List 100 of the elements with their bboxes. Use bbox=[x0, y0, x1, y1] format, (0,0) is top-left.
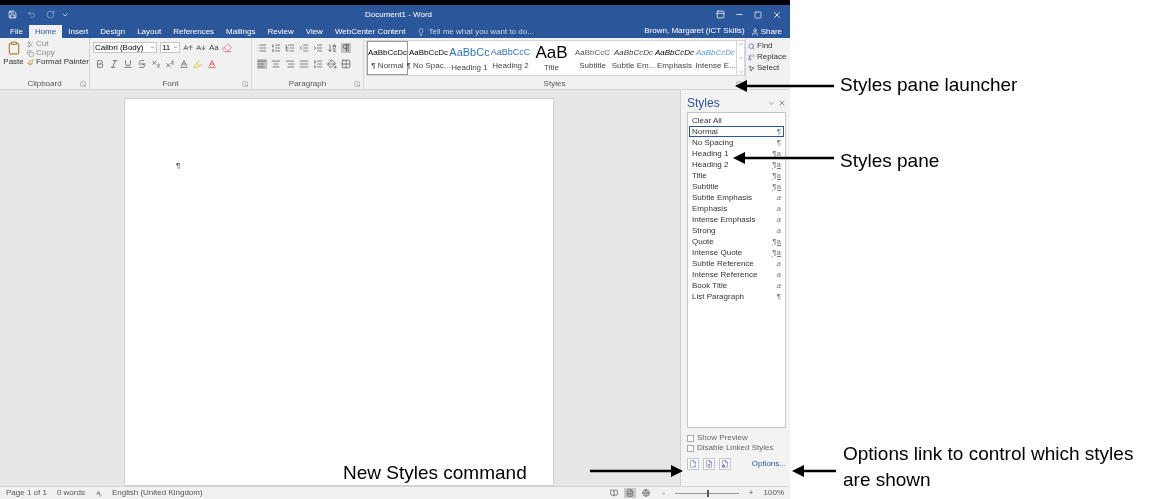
word-count[interactable]: 0 words bbox=[56, 489, 85, 497]
decrease-indent-icon[interactable] bbox=[299, 43, 309, 53]
style-list-item[interactable]: Normal ¶ bbox=[689, 126, 784, 137]
style-list-item[interactable]: List Paragraph ¶ bbox=[689, 291, 784, 302]
style-list-item[interactable]: Title ¶a bbox=[689, 170, 784, 181]
style-gallery-item[interactable]: AaBbCcDc Emphasis bbox=[654, 41, 695, 75]
superscript-icon[interactable] bbox=[165, 59, 175, 69]
undo-icon[interactable] bbox=[27, 10, 36, 19]
zoom-in-label[interactable]: + bbox=[748, 489, 754, 497]
font-size-field[interactable]: 11 bbox=[160, 42, 180, 53]
italic-icon[interactable] bbox=[109, 59, 119, 69]
style-gallery-item[interactable]: AaBbCcC Subtitle bbox=[572, 41, 613, 75]
style-gallery-item[interactable]: AaBbCcDc Subtle Em... bbox=[613, 41, 654, 75]
restore-icon[interactable] bbox=[754, 10, 762, 19]
style-gallery-item[interactable]: AaB Title bbox=[531, 41, 572, 75]
style-gallery-item[interactable]: AaBbCcDc Intense E... bbox=[695, 41, 736, 75]
close-icon[interactable] bbox=[778, 99, 786, 107]
text-effects-icon[interactable] bbox=[179, 59, 189, 69]
view-icon[interactable] bbox=[640, 488, 653, 498]
clear-formatting-icon[interactable] bbox=[221, 42, 232, 53]
style-list-item[interactable]: Book Title a bbox=[689, 280, 784, 291]
justify-icon[interactable] bbox=[299, 59, 309, 69]
manage-styles-button[interactable] bbox=[719, 458, 731, 470]
new-style-button[interactable] bbox=[687, 458, 699, 470]
numbering-icon[interactable] bbox=[271, 43, 281, 53]
change-case-button[interactable]: Aa bbox=[209, 43, 219, 52]
style-gallery-item[interactable]: AaBbCcC Heading 2 bbox=[490, 41, 531, 75]
borders-icon[interactable] bbox=[341, 59, 351, 69]
font-name-field[interactable]: Calibri (Body) bbox=[93, 42, 157, 53]
tell-me-field[interactable]: Tell me what you want to do... bbox=[428, 25, 559, 38]
ribbon-tab[interactable]: Review bbox=[261, 25, 300, 38]
format-painter-button[interactable]: Format Painter bbox=[27, 58, 89, 66]
show-marks-icon[interactable] bbox=[341, 43, 351, 53]
bullets-icon[interactable] bbox=[257, 43, 267, 53]
align-left-icon[interactable] bbox=[257, 59, 267, 69]
ribbon-tab[interactable]: WebCenter Content bbox=[328, 25, 412, 38]
dialog-launcher-icon[interactable] bbox=[736, 80, 742, 87]
underline-icon[interactable] bbox=[123, 59, 133, 69]
ribbon-tab[interactable]: View bbox=[299, 25, 329, 38]
pane-menu-icon[interactable] bbox=[768, 99, 775, 107]
ribbon-tab[interactable]: Layout bbox=[131, 25, 168, 38]
option-checkbox[interactable]: Disable Linked Styles bbox=[687, 444, 786, 452]
multilevel-list-icon[interactable] bbox=[285, 43, 295, 53]
style-list-item[interactable]: Strong a bbox=[689, 225, 784, 236]
font-color-icon[interactable] bbox=[207, 59, 217, 69]
more-styles-icon[interactable] bbox=[737, 69, 744, 75]
increase-indent-icon[interactable] bbox=[313, 43, 323, 53]
sort-icon[interactable] bbox=[327, 43, 337, 53]
ribbon-tab[interactable]: Design bbox=[94, 25, 132, 38]
save-icon[interactable] bbox=[8, 10, 17, 19]
align-center-icon[interactable] bbox=[271, 59, 281, 69]
style-list-item[interactable]: Quote ¶a bbox=[689, 236, 784, 247]
style-list-item[interactable]: Clear All bbox=[689, 115, 784, 126]
page-count[interactable]: Page 1 of 1 bbox=[6, 489, 47, 497]
style-list-item[interactable]: Heading 2 ¶a bbox=[689, 159, 784, 170]
options-link[interactable]: Options... bbox=[751, 458, 786, 470]
zoom-percent[interactable]: 100% bbox=[763, 489, 784, 497]
ribbon-options-icon[interactable] bbox=[716, 10, 725, 19]
align-right-icon[interactable] bbox=[285, 59, 295, 69]
view-icon[interactable] bbox=[608, 488, 621, 498]
view-icon[interactable] bbox=[624, 488, 637, 498]
style-list-item[interactable]: Subtle Reference a bbox=[689, 258, 784, 269]
grow-font-icon[interactable] bbox=[183, 42, 193, 53]
style-gallery-item[interactable]: AaBbCc Heading 1 bbox=[449, 41, 490, 75]
style-list-item[interactable]: Intense Quote ¶a bbox=[689, 247, 784, 258]
ribbon-tab[interactable]: Mailings bbox=[220, 25, 262, 38]
language-label[interactable]: English (United Kingdom) bbox=[111, 489, 203, 497]
subscript-icon[interactable] bbox=[151, 59, 161, 69]
shrink-font-icon[interactable] bbox=[196, 42, 206, 53]
style-list-item[interactable]: Intense Reference a bbox=[689, 269, 784, 280]
style-list-item[interactable]: Subtitle ¶a bbox=[689, 181, 784, 192]
zoom-out-label[interactable]: - bbox=[662, 489, 665, 497]
share-button[interactable]: Share bbox=[750, 25, 786, 38]
style-list-item[interactable]: Subtle Emphasis a bbox=[689, 192, 784, 203]
user-name[interactable]: Brown, Margaret (ICT Skills) bbox=[644, 25, 745, 38]
ribbon-tab[interactable]: Home bbox=[28, 25, 63, 38]
proofing-icon[interactable] bbox=[94, 489, 102, 497]
style-list-item[interactable]: Intense Emphasis a bbox=[689, 214, 784, 225]
ribbon-tab[interactable]: Insert bbox=[62, 25, 95, 38]
option-checkbox[interactable]: Show Preview bbox=[687, 434, 786, 442]
close-icon[interactable] bbox=[772, 9, 782, 20]
style-list-item[interactable]: Heading 1 ¶a bbox=[689, 148, 784, 159]
bold-icon[interactable] bbox=[95, 59, 105, 69]
scroll-down-icon[interactable] bbox=[737, 55, 744, 61]
style-gallery-item[interactable]: AaBbCcDc ¶ Normal bbox=[367, 41, 408, 75]
ribbon-tab[interactable]: File bbox=[4, 25, 29, 38]
redo-icon[interactable] bbox=[46, 10, 55, 19]
replace-button[interactable]: Replace bbox=[748, 53, 790, 61]
scroll-up-icon[interactable] bbox=[737, 41, 744, 47]
style-list-item[interactable]: Emphasis a bbox=[689, 203, 784, 214]
style-list-item[interactable]: No Spacing ¶ bbox=[689, 137, 784, 148]
ribbon-tab[interactable]: References bbox=[167, 25, 221, 38]
paste-button[interactable]: Paste bbox=[3, 40, 25, 78]
strikethrough-icon[interactable] bbox=[137, 59, 147, 69]
select-button[interactable]: Select bbox=[748, 64, 790, 72]
style-inspector-button[interactable] bbox=[703, 458, 715, 470]
line-spacing-icon[interactable] bbox=[313, 59, 323, 69]
find-button[interactable]: Find bbox=[748, 42, 790, 50]
style-gallery-item[interactable]: AaBbCcDc ¶ No Spac... bbox=[408, 41, 449, 75]
shading-icon[interactable] bbox=[327, 59, 337, 69]
